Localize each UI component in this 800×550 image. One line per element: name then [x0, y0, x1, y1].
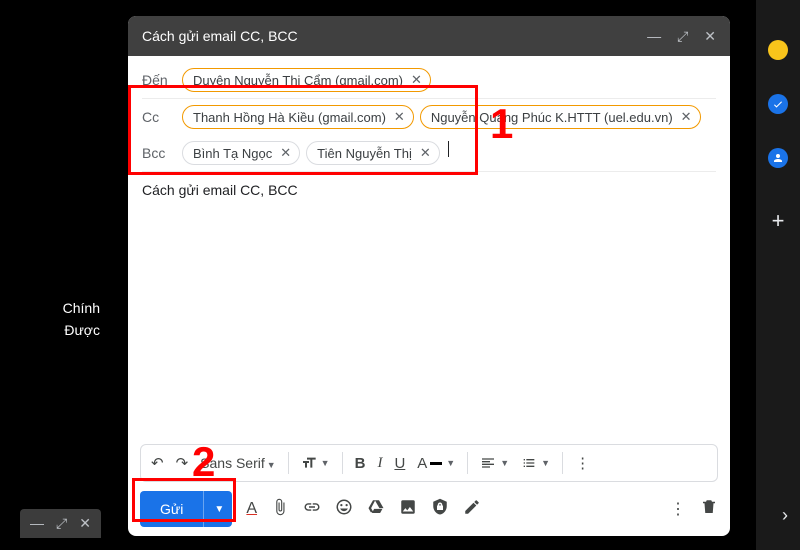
minimized-compose-controls[interactable]: — ⤢ ✕ [20, 509, 101, 538]
confidential-icon[interactable] [431, 498, 449, 521]
font-family-select[interactable]: Sans Serif▼ [200, 455, 276, 471]
sidebar-item-duoc: Được [20, 322, 100, 338]
cc-row[interactable]: Cc Thanh Hồng Hà Kiều (gmail.com) ✕ Nguy… [142, 99, 716, 135]
cc-label: Cc [142, 105, 174, 125]
recipient-chip[interactable]: Nguyễn Quang Phúc K.HTTT (uel.edu.vn) ✕ [420, 105, 701, 129]
undo-button[interactable]: ↶ [151, 454, 164, 472]
cc-chips[interactable]: Thanh Hồng Hà Kiều (gmail.com) ✕ Nguyễn … [182, 105, 716, 129]
chip-text: Tiên Nguyễn Thị [317, 146, 412, 161]
signature-icon[interactable] [463, 498, 481, 521]
action-bar: Gửi ▼ A [128, 482, 730, 536]
discard-draft-button[interactable] [700, 498, 718, 521]
compose-window: Cách gửi email CC, BCC — ⤢ ✕ Đến Duyên N… [128, 16, 730, 536]
text-cursor [448, 141, 449, 157]
close-icon[interactable]: ✕ [704, 28, 716, 45]
attach-icon[interactable] [271, 498, 289, 521]
recipient-chip[interactable]: Duyên Nguyễn Thị Cẩm (gmail.com) ✕ [182, 68, 431, 92]
chip-text: Nguyễn Quang Phúc K.HTTT (uel.edu.vn) [431, 110, 673, 125]
font-size-button[interactable]: ▼ [301, 455, 330, 471]
subject-text: Cách gửi email CC, BCC [142, 182, 298, 198]
format-toolbar: ↶ ↷ Sans Serif▼ ▼ B I U A ▼ ▼ ▼ [140, 444, 718, 482]
recipients-area: Đến Duyên Nguyễn Thị Cẩm (gmail.com) ✕ C… [128, 56, 730, 208]
recipient-chip[interactable]: Bình Tạ Ngọc ✕ [182, 141, 300, 165]
align-icon [480, 455, 496, 471]
text-format-toggle[interactable]: A [246, 500, 257, 518]
send-more-button[interactable]: ▼ [204, 491, 232, 527]
to-label: Đến [142, 68, 174, 88]
separator [342, 452, 343, 474]
italic-button[interactable]: I [377, 455, 382, 472]
list-button[interactable]: ▼ [521, 455, 550, 471]
to-row[interactable]: Đến Duyên Nguyễn Thị Cẩm (gmail.com) ✕ [142, 62, 716, 99]
minimize-icon[interactable]: — [647, 28, 661, 45]
bcc-label: Bcc [142, 141, 174, 161]
to-chips[interactable]: Duyên Nguyễn Thị Cẩm (gmail.com) ✕ [182, 68, 716, 92]
redo-button[interactable]: ↷ [176, 454, 189, 472]
recipient-chip[interactable]: Thanh Hồng Hà Kiều (gmail.com) ✕ [182, 105, 414, 129]
separator [467, 452, 468, 474]
bold-button[interactable]: B [355, 455, 366, 472]
drive-icon[interactable] [367, 498, 385, 521]
tasks-icon[interactable] [768, 94, 788, 114]
close-icon[interactable]: ✕ [79, 515, 91, 532]
remove-chip-icon[interactable]: ✕ [278, 145, 293, 161]
fullscreen-icon[interactable]: ⤢ [677, 28, 688, 45]
image-icon[interactable] [399, 498, 417, 521]
bcc-row[interactable]: Bcc Bình Tạ Ngọc ✕ Tiên Nguyễn Thị ✕ [142, 135, 716, 172]
compose-title: Cách gửi email CC, BCC [142, 28, 298, 44]
collapse-panel-icon[interactable]: › [782, 505, 788, 526]
left-sidebar-bg: Chính Được [20, 300, 100, 344]
remove-chip-icon[interactable]: ✕ [418, 145, 433, 161]
send-button[interactable]: Gửi ▼ [140, 491, 232, 527]
color-swatch [430, 462, 442, 465]
underline-button[interactable]: U [394, 455, 405, 472]
chip-text: Thanh Hồng Hà Kiều (gmail.com) [193, 110, 386, 125]
emoji-icon[interactable] [335, 498, 353, 521]
chip-text: Bình Tạ Ngọc [193, 146, 272, 161]
add-addon-button[interactable]: + [772, 208, 785, 234]
align-button[interactable]: ▼ [480, 455, 509, 471]
list-icon [521, 455, 537, 471]
sidebar-item-chinh: Chính [20, 300, 100, 316]
more-formatting-button[interactable]: ⋮ [575, 454, 590, 472]
more-options-button[interactable]: ⋮ [670, 499, 686, 519]
text-color-button[interactable]: A ▼ [417, 455, 455, 472]
minimize-icon[interactable]: — [30, 515, 44, 532]
remove-chip-icon[interactable]: ✕ [392, 109, 407, 125]
compose-body[interactable] [128, 208, 730, 444]
window-controls: — ⤢ ✕ [647, 28, 716, 45]
app-root: Chính Được Cách gửi email CC, BCC — ⤢ ✕ … [0, 0, 800, 550]
link-icon[interactable] [303, 498, 321, 521]
recipient-chip[interactable]: Tiên Nguyễn Thị ✕ [306, 141, 440, 165]
compose-titlebar[interactable]: Cách gửi email CC, BCC — ⤢ ✕ [128, 16, 730, 56]
send-button-main[interactable]: Gửi [140, 491, 204, 527]
remove-chip-icon[interactable]: ✕ [409, 72, 424, 88]
side-panel: + › [756, 0, 800, 550]
trash-icon [700, 498, 718, 516]
bcc-chips[interactable]: Bình Tạ Ngọc ✕ Tiên Nguyễn Thị ✕ [182, 141, 716, 165]
text-size-icon [301, 455, 317, 471]
subject-row[interactable]: Cách gửi email CC, BCC [142, 172, 716, 208]
separator [562, 452, 563, 474]
remove-chip-icon[interactable]: ✕ [679, 109, 694, 125]
keep-icon[interactable] [768, 40, 788, 60]
fullscreen-icon[interactable]: ⤢ [56, 515, 67, 532]
separator [288, 452, 289, 474]
contacts-icon[interactable] [768, 148, 788, 168]
chip-text: Duyên Nguyễn Thị Cẩm (gmail.com) [193, 73, 403, 88]
